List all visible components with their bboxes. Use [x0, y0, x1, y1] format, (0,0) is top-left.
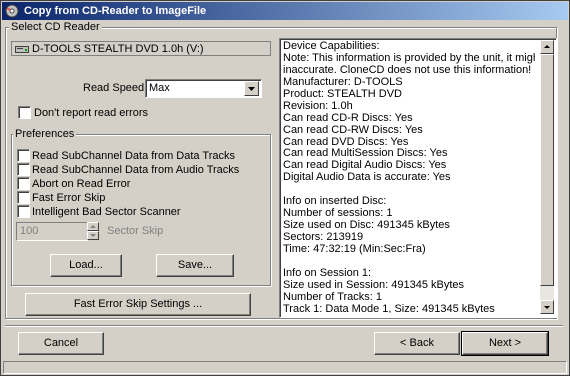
cancel-button-label: Cancel	[43, 337, 79, 349]
load-button-label: Load...	[69, 259, 103, 271]
footer-separator	[5, 325, 563, 327]
scroll-down-button[interactable]	[540, 300, 554, 314]
device-info-line: Revision: 1.0h	[283, 99, 353, 112]
drive-selector[interactable]: D-TOOLS STEALTH DVD 1.0h (V:)	[11, 41, 271, 56]
back-button[interactable]: < Back	[374, 332, 460, 355]
next-button-label: Next >	[488, 337, 522, 349]
subchannel-data-tracks-checkbox[interactable]	[17, 149, 30, 162]
device-info-line: Info on Session 1:	[283, 266, 372, 279]
chevron-down-icon	[248, 87, 255, 91]
device-info-line: Can read CD-RW Discs: Yes	[283, 123, 423, 136]
copy-dialog-window: Copy from CD-Reader to ImageFile Select …	[0, 0, 570, 376]
device-info-text: Device Capabilities: Note: This informati…	[283, 41, 535, 313]
arrow-up-icon	[544, 45, 550, 48]
select-cd-reader-label: Select CD Reader	[9, 21, 102, 33]
fast-error-skip-settings-button[interactable]: Fast Error Skip Settings ...	[25, 293, 251, 316]
sector-skip-input[interactable]: 100	[16, 222, 88, 241]
sector-skip-value: 100	[20, 225, 39, 237]
title-bar[interactable]: Copy from CD-Reader to ImageFile	[2, 2, 568, 20]
save-button-label: Save...	[177, 259, 213, 271]
bad-sector-scanner-label: Intelligent Bad Sector Scanner	[32, 206, 181, 218]
sector-skip-up-button[interactable]	[87, 222, 99, 231]
abort-on-read-error-label: Abort on Read Error	[32, 178, 131, 190]
bad-sector-scanner-checkbox[interactable]	[17, 205, 30, 218]
device-info-line: Track 1: Data Mode 1, Size: 491345 kByte…	[283, 302, 495, 313]
arrow-down-icon	[90, 234, 96, 237]
save-button[interactable]: Save...	[156, 254, 234, 277]
scroll-up-button[interactable]	[540, 40, 554, 54]
read-speed-label: Read Speed:	[83, 82, 148, 94]
sector-skip-down-button[interactable]	[87, 231, 99, 240]
scroll-thumb[interactable]	[540, 54, 554, 286]
subchannel-audio-tracks-checkbox[interactable]	[17, 163, 30, 176]
device-info-scrollbar[interactable]	[540, 40, 554, 314]
read-speed-dropdown-button[interactable]	[244, 81, 259, 96]
subchannel-data-tracks-label: Read SubChannel Data from Data Tracks	[32, 150, 235, 162]
arrow-up-icon	[90, 225, 96, 228]
fast-error-skip-label: Fast Error Skip	[32, 192, 106, 204]
dont-report-errors-checkbox[interactable]	[18, 106, 31, 119]
preferences-label: Preferences	[13, 128, 77, 140]
subchannel-audio-tracks-label: Read SubChannel Data from Audio Tracks	[32, 164, 240, 176]
dont-report-errors-label: Don't report read errors	[34, 107, 148, 119]
device-info-line: Product: STEALTH DVD	[283, 87, 402, 100]
load-button[interactable]: Load...	[50, 254, 122, 277]
status-bar	[3, 361, 567, 374]
cd-copy-icon	[5, 4, 19, 18]
device-info-line: Digital Audio Data is accurate: Yes	[283, 171, 451, 184]
arrow-down-icon	[544, 306, 550, 309]
drive-name: D-TOOLS STEALTH DVD 1.0h (V:)	[32, 43, 204, 55]
fast-error-skip-checkbox[interactable]	[17, 191, 30, 204]
sector-skip-label: Sector Skip	[107, 225, 164, 237]
device-info-line: Time: 47:32:19 (Min:Sec:Fra)	[283, 242, 426, 255]
back-button-label: < Back	[400, 337, 434, 349]
drive-icon	[15, 46, 29, 53]
device-info-line: Number of Tracks: 1	[283, 290, 383, 303]
device-info-line: Can read CD-R Discs: Yes	[283, 111, 413, 124]
window-title: Copy from CD-Reader to ImageFile	[24, 5, 207, 17]
device-info-line: Size used in Session: 491345 kBytes	[283, 278, 465, 291]
cancel-button[interactable]: Cancel	[18, 332, 104, 355]
read-speed-value: Max	[149, 82, 170, 94]
next-button[interactable]: Next >	[461, 331, 549, 356]
fast-error-skip-settings-label: Fast Error Skip Settings ...	[73, 298, 203, 310]
device-info-line: Manufacturer: D-TOOLS	[283, 75, 403, 88]
abort-on-read-error-checkbox[interactable]	[17, 177, 30, 190]
read-speed-select[interactable]: Max	[145, 79, 262, 98]
